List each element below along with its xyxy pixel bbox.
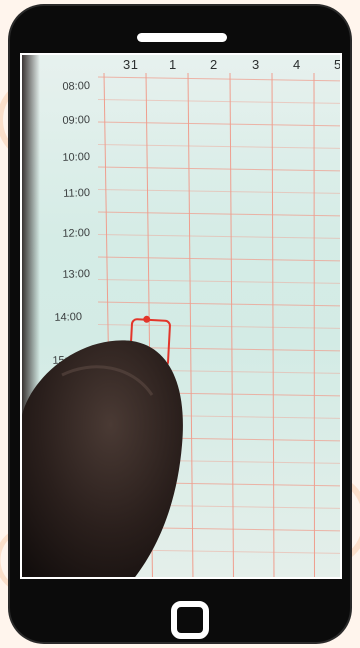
calendar-screen[interactable]: 31 1 2 3 4 5 08:00 09:00 10:00 11:00 12:00 13:00 14… <box>20 53 342 579</box>
day-header-label[interactable]: 4 <box>293 57 301 72</box>
grid-row-line <box>97 256 340 262</box>
day-header-label[interactable]: 1 <box>169 57 177 72</box>
grid-row-line <box>97 234 340 239</box>
grid-column-line <box>271 72 275 577</box>
day-header-label[interactable]: 31 <box>123 57 138 72</box>
speaker-grille-icon <box>137 33 227 42</box>
grid-column-line <box>229 72 234 577</box>
grid-row-line <box>97 144 340 149</box>
grid-row-line <box>97 121 340 127</box>
grid-column-line <box>313 72 315 577</box>
grid-row-line <box>97 279 340 284</box>
day-header-label[interactable]: 5 <box>334 57 340 72</box>
time-slot-label: 11:00 <box>63 186 91 200</box>
day-header-label[interactable]: 3 <box>252 57 260 72</box>
grid-row-line <box>97 189 340 194</box>
grid-row-line <box>97 166 340 172</box>
grid-row-line <box>97 301 340 307</box>
day-header-label[interactable]: 2 <box>210 57 218 72</box>
grid-row-line <box>97 99 340 104</box>
home-button[interactable] <box>171 601 209 639</box>
grid-row-line <box>97 211 340 217</box>
time-slot-label: 08:00 <box>62 79 91 93</box>
time-slot-label: 09:00 <box>62 113 91 127</box>
time-slot-label: 12:00 <box>62 226 91 240</box>
page: 31 1 2 3 4 5 08:00 09:00 10:00 11:00 12:00 13:00 14… <box>0 0 360 648</box>
drag-handle-dot[interactable] <box>143 315 151 323</box>
time-slot-label: 13:00 <box>62 267 91 281</box>
finger-photo <box>22 340 183 577</box>
grid-row-line <box>97 76 340 82</box>
time-slot-label: 10:00 <box>62 150 91 164</box>
time-slot-label: 14:00 <box>54 310 83 324</box>
